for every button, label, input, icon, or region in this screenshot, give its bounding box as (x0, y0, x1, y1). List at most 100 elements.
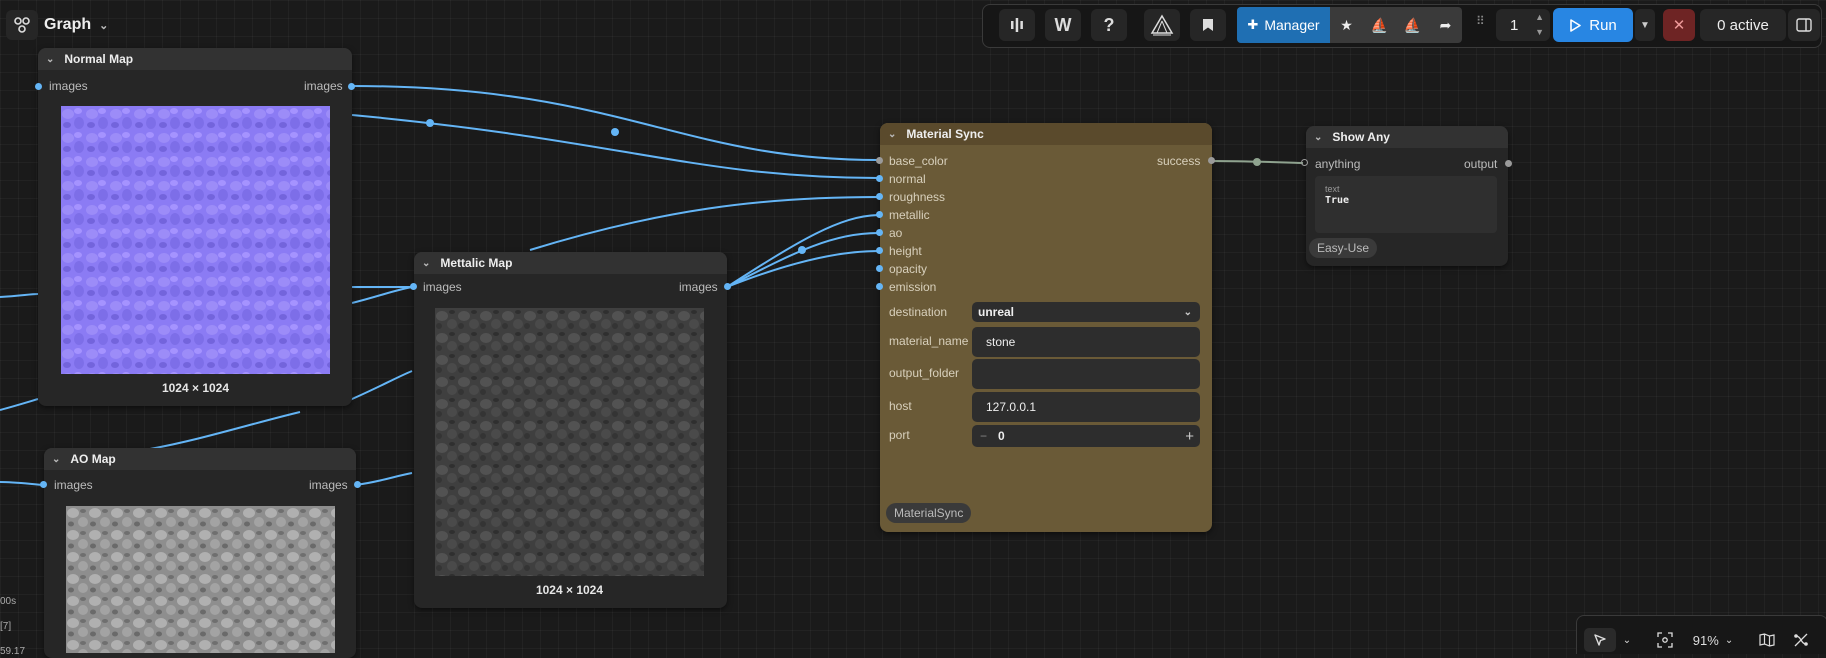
sail-icon: ⛵ (1370, 16, 1389, 33)
input-socket-roughness[interactable] (876, 193, 883, 200)
help-button[interactable]: ? (1091, 9, 1127, 41)
output-socket-success[interactable] (1208, 157, 1215, 164)
run-button[interactable]: Run (1553, 8, 1633, 42)
output-socket[interactable] (348, 83, 355, 90)
cancel-button[interactable]: ✕ (1663, 9, 1695, 41)
collapse-chevron-icon[interactable]: ⌄ (422, 258, 430, 269)
node-source-badge: MaterialSync (886, 503, 972, 523)
w-button[interactable]: W (1045, 9, 1081, 41)
collapse-chevron-icon[interactable]: ⌄ (46, 54, 54, 65)
wire-normal-to-normal (351, 114, 879, 179)
input-socket[interactable] (35, 83, 42, 90)
node-header[interactable]: ⌄ Show Any (1306, 126, 1508, 148)
material-name-label: material_name (889, 334, 969, 348)
node-source-badge: Easy-Use (1309, 238, 1378, 258)
output-label: images (304, 79, 343, 93)
node-header[interactable]: ⌄ Material Sync (880, 123, 1212, 145)
chevron-down-icon[interactable]: ▼ (1535, 27, 1544, 37)
queue-status: 0 active (1717, 16, 1769, 34)
graph-title: Graph (44, 16, 92, 33)
workflow-menu-button[interactable] (6, 10, 38, 40)
bookmark-icon (1203, 19, 1213, 31)
output-socket[interactable] (354, 481, 361, 488)
collapse-chevron-icon[interactable]: ⌄ (52, 454, 60, 465)
input-label: images (49, 79, 88, 93)
batch-count-stepper[interactable]: 1 ▲ ▼ (1496, 9, 1550, 41)
chevron-down-icon: ⌄ (1724, 634, 1734, 646)
canvas-controls: ⌄ 91% ⌄ (1576, 615, 1826, 654)
input-socket-emission[interactable] (876, 283, 883, 290)
minimap-button[interactable] (1755, 628, 1779, 652)
input-label: images (423, 280, 462, 294)
bar-chart-button[interactable] (999, 9, 1035, 41)
collapse-chevron-icon[interactable]: ⌄ (888, 129, 896, 140)
output-socket[interactable] (724, 283, 731, 290)
star-button[interactable]: ★ (1330, 7, 1363, 43)
input-socket-height[interactable] (876, 247, 883, 254)
output-label: success (1157, 154, 1201, 168)
manager-group: ✚ Manager ★ ⛵ ⛵ ➦ (1237, 7, 1462, 43)
port-stepper[interactable]: − 0 + (972, 425, 1200, 447)
input-socket-normal[interactable] (876, 175, 883, 182)
wire-success-to-anything (1211, 160, 1304, 164)
text-display-area[interactable]: text True (1315, 176, 1497, 233)
wire-metallic-to-metallic (726, 214, 879, 288)
bookmark-button[interactable] (1190, 9, 1226, 41)
tool-dropdown[interactable]: ⌄ (1619, 628, 1635, 652)
host-input[interactable]: 127.0.0.1 (972, 392, 1200, 422)
input-socket-metallic[interactable] (876, 211, 883, 218)
run-options-dropdown[interactable]: ▼ (1635, 9, 1655, 41)
select-tool-button[interactable] (1584, 628, 1616, 652)
zoom-dropdown[interactable]: 91% ⌄ (1687, 628, 1739, 652)
destination-select[interactable]: unreal ⌄ (972, 302, 1200, 322)
input-socket[interactable] (40, 481, 47, 488)
input-label: images (54, 478, 93, 492)
normal-map-preview (61, 106, 330, 374)
input-socket[interactable] (410, 283, 417, 290)
output-socket[interactable] (1505, 160, 1512, 167)
output-folder-label: output_folder (889, 366, 960, 380)
chevron-down-icon: ⌄ (99, 19, 109, 32)
w-label: W (1054, 14, 1072, 35)
input-label: anything (1315, 157, 1361, 171)
drag-handle-icon[interactable]: ⠿ (1476, 14, 1488, 34)
chevron-up-icon[interactable]: ▲ (1535, 12, 1544, 22)
node-title: Material Sync (906, 127, 984, 141)
output-folder-input[interactable] (972, 359, 1200, 389)
node-title: AO Map (70, 452, 116, 466)
input-label: emission (889, 280, 937, 294)
mountain-logo-button[interactable] (1144, 9, 1180, 41)
graph-title-dropdown[interactable]: Graph ⌄ (44, 12, 108, 38)
host-value: 127.0.0.1 (986, 400, 1037, 414)
input-socket-anything[interactable] (1301, 159, 1308, 166)
log-text: 59.17 (0, 646, 26, 657)
bar-chart-icon (1011, 18, 1023, 32)
node-title: Normal Map (64, 52, 134, 66)
metallic-map-preview (435, 308, 704, 576)
sidebar-panel-icon (1796, 18, 1812, 32)
collapse-chevron-icon[interactable]: ⌄ (1314, 132, 1322, 143)
model-button-2[interactable]: ⛵ (1396, 7, 1429, 43)
input-socket-ao[interactable] (876, 229, 883, 236)
manager-button[interactable]: ✚ Manager (1237, 7, 1330, 43)
input-socket-opacity[interactable] (876, 265, 883, 272)
share-button[interactable]: ➦ (1429, 7, 1462, 43)
node-header[interactable]: ⌄ Mettalic Map (414, 252, 727, 274)
log-text: [7] (0, 621, 12, 632)
node-title: Show Any (1332, 130, 1390, 144)
material-name-input[interactable]: stone (972, 327, 1200, 357)
toggle-links-button[interactable] (1789, 628, 1813, 652)
plus-icon[interactable]: + (1185, 428, 1194, 445)
node-header[interactable]: ⌄ Normal Map (38, 48, 352, 70)
node-header[interactable]: ⌄ AO Map (44, 448, 356, 470)
wire-normal-to-base-color (351, 85, 879, 161)
input-socket-base-color[interactable] (876, 157, 883, 164)
zoom-level: 91% (1692, 632, 1719, 648)
model-button-1[interactable]: ⛵ (1363, 7, 1396, 43)
queue-status-button[interactable]: 0 active (1700, 9, 1786, 41)
toggle-panel-button[interactable] (1788, 9, 1820, 41)
play-icon (1570, 18, 1582, 32)
fit-view-button[interactable] (1653, 628, 1677, 652)
output-label: output (1464, 157, 1498, 171)
minus-icon[interactable]: − (980, 429, 987, 443)
